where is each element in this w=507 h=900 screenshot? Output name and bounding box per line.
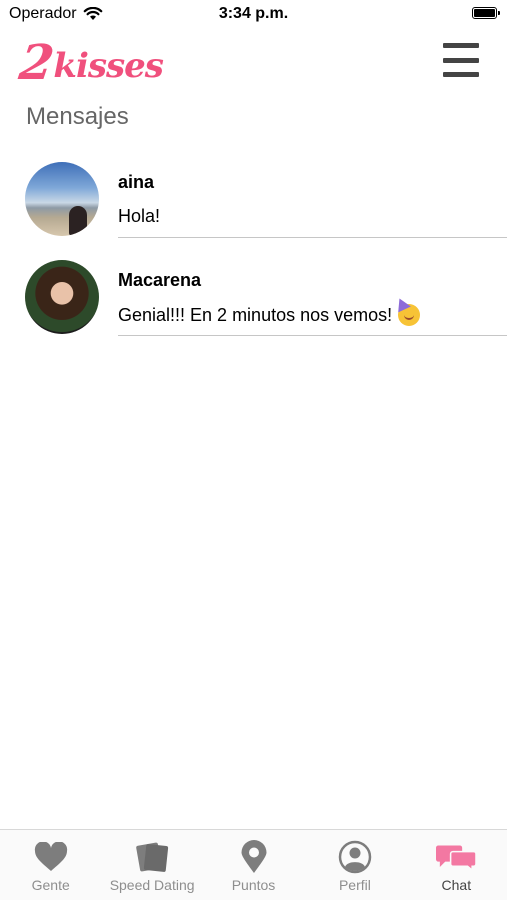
tab-label: Puntos <box>231 877 276 893</box>
message-preview-text: Hola! <box>118 206 161 226</box>
tab-bar: Gente Speed Dating Puntos Perfil Chat <box>0 829 507 900</box>
avatar-figure <box>69 206 87 236</box>
battery-icon <box>472 7 500 19</box>
tab-perfil[interactable]: Perfil <box>304 830 405 900</box>
tab-puntos[interactable]: Puntos <box>203 830 304 900</box>
tab-label: Perfil <box>338 877 371 893</box>
divider <box>118 334 507 336</box>
party-face-icon <box>398 304 421 326</box>
logo-word: kisses <box>53 46 164 86</box>
cards-icon <box>132 840 172 874</box>
tab-speed-dating[interactable]: Speed Dating <box>101 830 202 900</box>
menu-bar <box>443 57 479 63</box>
menu-bar <box>443 72 479 77</box>
conversation-name: aina <box>118 172 155 192</box>
location-pin-icon <box>234 840 274 874</box>
avatar <box>25 260 99 334</box>
conversation-item-aina[interactable]: aina Hola! <box>0 158 507 256</box>
app-logo: 2 kisses <box>16 35 164 91</box>
hamburger-menu-icon[interactable] <box>443 43 479 77</box>
divider <box>118 236 507 238</box>
conversation-item-macarena[interactable]: Macarena Genial!!! En 2 minutos nos vemo… <box>0 256 507 354</box>
conversation-name: Macarena <box>118 270 202 290</box>
profile-icon <box>335 840 375 874</box>
chat-bubbles-icon <box>436 840 477 874</box>
status-bar: Operador 3:34 p.m. <box>0 0 507 28</box>
avatar <box>25 162 99 236</box>
tab-label: Gente <box>31 877 70 893</box>
page-title: Mensajes <box>26 103 129 130</box>
conversation-preview: Hola! <box>118 206 160 227</box>
tab-label: Speed Dating <box>109 877 195 893</box>
menu-bar <box>443 43 479 48</box>
conversation-preview: Genial!!! En 2 minutos nos vemos! <box>118 304 421 326</box>
tab-chat[interactable]: Chat <box>406 830 507 900</box>
logo-number: 2 <box>16 35 58 91</box>
tab-label: Chat <box>441 877 472 893</box>
tab-gente[interactable]: Gente <box>0 830 101 900</box>
messages-screen: Operador 3:34 p.m. 2 kisses Mensajes ain… <box>0 0 507 900</box>
status-time: 3:34 p.m. <box>218 5 289 22</box>
message-preview-text: Genial!!! En 2 minutos nos vemos! <box>118 304 393 325</box>
heart-icon <box>31 840 71 874</box>
